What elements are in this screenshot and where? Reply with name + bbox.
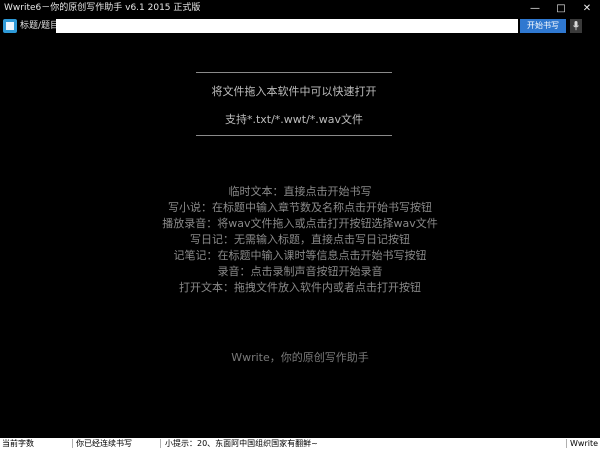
continuous-writing-time: 你已经连续书写: [76, 439, 132, 448]
record-button[interactable]: [570, 19, 582, 33]
app-window: Wwrite6－你的原创写作助手 v6.1 2015 正式版 — □ ✕ 标题/…: [0, 0, 600, 449]
help-item: 播放录音：将wav文件拖入或点击打开按钮选择wav文件: [162, 217, 438, 230]
help-item: 写日记：无需输入标题，直接点击写日记按钮: [190, 233, 410, 246]
window-controls: — □ ✕: [522, 0, 600, 17]
help-list: 临时文本：直接点击开始书写 写小说：在标题中输入章节数及名称点击开始书写按钮 播…: [0, 184, 600, 296]
drop-area[interactable]: 将文件拖入本软件中可以快速打开 支持*.txt/*.wwt/*.wav文件 临时…: [0, 36, 600, 438]
window-title: Wwrite6－你的原创写作助手 v6.1 2015 正式版: [4, 3, 201, 13]
minimize-icon: —: [530, 3, 540, 14]
close-button[interactable]: ✕: [574, 0, 600, 17]
maximize-button[interactable]: □: [548, 0, 574, 17]
help-item: 录音：点击录制声音按钮开始录音: [217, 265, 383, 278]
title-input[interactable]: [56, 19, 518, 33]
app-logo-icon: [3, 19, 17, 33]
supported-formats: 支持*.txt/*.wwt/*.wav文件: [224, 113, 364, 126]
toolbar: 标题/题目： 开始书写: [0, 18, 600, 34]
drop-zone: 将文件拖入本软件中可以快速打开 支持*.txt/*.wwt/*.wav文件: [196, 72, 392, 136]
status-separator: [72, 439, 73, 448]
status-bar: 当前字数 你已经连续书写 小提示：20、东面阿中国组织国家有翻鲜~ Wwrite: [0, 438, 600, 449]
tip-text: 小提示：20、东面阿中国组织国家有翻鲜~: [165, 439, 318, 448]
help-item: 记笔记：在标题中输入课时等信息点击开始书写按钮: [173, 249, 427, 262]
maximize-icon: □: [556, 3, 566, 14]
slogan: Wwrite，你的原创写作助手: [231, 351, 369, 364]
help-item: 临时文本：直接点击开始书写: [228, 185, 372, 198]
status-separator: [160, 439, 161, 448]
close-icon: ✕: [582, 3, 592, 14]
title-bar: Wwrite6－你的原创写作助手 v6.1 2015 正式版 — □ ✕: [0, 0, 600, 17]
start-writing-button[interactable]: 开始书写: [520, 19, 566, 33]
brand-label: Wwrite: [570, 439, 598, 448]
microphone-icon: [573, 21, 579, 31]
help-item: 写小说：在标题中输入章节数及名称点击开始书写按钮: [168, 201, 432, 214]
word-count: 当前字数: [2, 439, 34, 448]
help-item: 打开文本：拖拽文件放入软件内或者点击打开按钮: [179, 281, 421, 294]
status-separator: [566, 439, 567, 448]
minimize-button[interactable]: —: [522, 0, 548, 17]
drop-hint: 将文件拖入本软件中可以快速打开: [211, 85, 377, 98]
